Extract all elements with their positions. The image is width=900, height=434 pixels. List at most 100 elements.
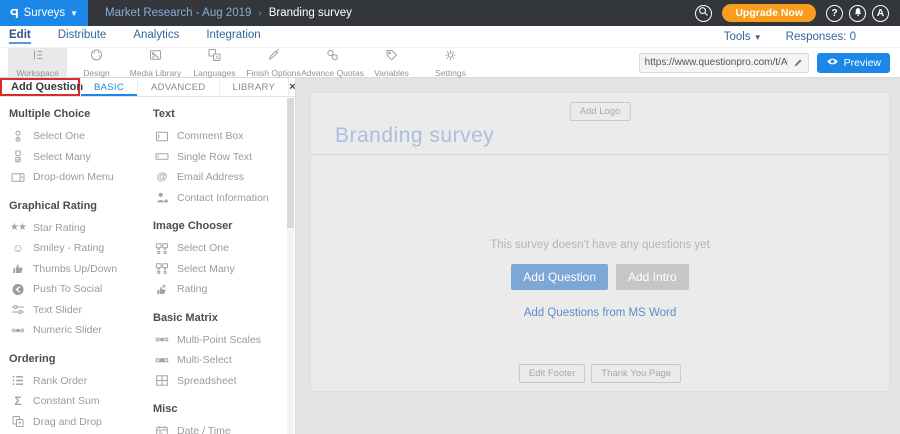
toolbar-item-advance-quotas[interactable]: Advance Quotas: [303, 48, 362, 77]
question-type-text-slider[interactable]: Text Slider: [8, 300, 144, 321]
media-library-icon: [148, 48, 163, 67]
edit-footer-button[interactable]: Edit Footer: [519, 364, 585, 383]
question-type-label: Select One: [177, 242, 229, 254]
tools-menu[interactable]: Tools ▼: [724, 31, 762, 43]
section-title-misc: Misc: [153, 403, 294, 415]
dropdown-icon: [10, 171, 26, 184]
toolbar-item-design[interactable]: Design: [67, 48, 126, 77]
nav-tab-analytics[interactable]: Analytics: [133, 29, 179, 44]
question-type-rating[interactable]: Rating: [152, 279, 294, 300]
question-type-rank-order[interactable]: Rank Order: [8, 371, 144, 392]
question-type-email-address[interactable]: @Email Address: [152, 167, 294, 188]
toolbar-item-label: Media Library: [130, 68, 182, 78]
breadcrumb: Market Research - Aug 2019 › Branding su…: [105, 7, 352, 19]
survey-url-box[interactable]: https://www.questionpro.com/t/APNrFZ: [639, 53, 809, 73]
toolbar-item-label: Advance Quotas: [301, 68, 364, 78]
add-intro-button[interactable]: Add Intro: [616, 264, 689, 290]
notifications-button[interactable]: [849, 5, 866, 22]
survey-url[interactable]: https://www.questionpro.com/t/APNrFZ: [640, 57, 787, 68]
toolbar-item-settings[interactable]: Settings: [421, 48, 480, 77]
question-type-column: TextComment BoxSingle Row Text@Email Add…: [152, 99, 294, 434]
panel-tab-basic[interactable]: BASIC: [80, 78, 137, 96]
question-type-thumbs-up-down[interactable]: Thumbs Up/Down: [8, 259, 144, 280]
nav-tab-distribute[interactable]: Distribute: [58, 29, 107, 44]
question-type-smiley-rating[interactable]: ☺Smiley - Rating: [8, 238, 144, 259]
question-type-single-row-text[interactable]: Single Row Text: [152, 147, 294, 168]
survey-canvas: Add Logo Branding survey This survey doe…: [296, 78, 900, 434]
toolbar-item-label: Finish Options: [246, 68, 300, 78]
close-panel-button[interactable]: ×: [288, 78, 295, 96]
nav-tab-edit[interactable]: Edit: [9, 29, 31, 44]
survey-nav-bar: Edit Distribute Analytics Integration Tools…: [0, 26, 900, 48]
footer-buttons: Edit Footer Thank You Page: [519, 364, 681, 383]
question-type-spreadsheet[interactable]: Spreadsheet: [152, 371, 294, 392]
sigma-icon: Σ: [10, 395, 26, 407]
panel-tabs: BASICADVANCEDLIBRARY: [80, 78, 288, 96]
question-type-comment-box[interactable]: Comment Box: [152, 126, 294, 147]
question-type-drop-down-menu[interactable]: Drop-down Menu: [8, 167, 144, 188]
toolbar-items: WorkspaceDesign Media Library A Languages Fi…: [8, 48, 480, 77]
question-type-contact-information[interactable]: Contact Information: [152, 188, 294, 209]
question-type-drag-and-drop[interactable]: Drag and Drop: [8, 412, 144, 433]
settings-icon: [443, 48, 458, 67]
toolbar-item-finish-options[interactable]: Finish Options: [244, 48, 303, 77]
question-type-list: Multiple ChoiceSelect OneSelect ManyDrop…: [0, 97, 295, 434]
workspace-icon: [30, 48, 45, 67]
question-type-label: Drag and Drop: [33, 416, 102, 428]
survey-card-body: This survey doesn't have any questions y…: [311, 155, 889, 391]
svg-text:A: A: [215, 55, 219, 61]
nav-right: Tools ▼ Responses: 0: [724, 31, 900, 43]
survey-card-header: Add Logo Branding survey: [311, 93, 889, 155]
question-type-label: Constant Sum: [33, 395, 100, 407]
question-type-multi-select[interactable]: Multi-Select: [152, 350, 294, 371]
surveys-app-menu[interactable]: P Surveys ▼: [0, 0, 88, 26]
toolbar-item-languages[interactable]: A Languages: [185, 48, 244, 77]
help-button[interactable]: ?: [826, 5, 843, 22]
add-question-panel-label[interactable]: Add Question: [0, 78, 80, 96]
topbar-actions: Upgrade Now ? A: [695, 4, 900, 22]
breadcrumb-separator-icon: ›: [258, 8, 261, 19]
add-logo-button[interactable]: Add Logo: [570, 102, 631, 121]
image-many-icon: [154, 262, 170, 275]
toolbar-item-label: Languages: [193, 68, 235, 78]
avatar[interactable]: A: [872, 5, 889, 22]
close-icon: ×: [289, 81, 295, 93]
toolbar-item-variables[interactable]: Variables: [362, 48, 421, 77]
question-type-select-one[interactable]: Select One: [152, 238, 294, 259]
question-type-select-many[interactable]: Select Many: [152, 259, 294, 280]
preview-button[interactable]: Preview: [817, 53, 890, 73]
advance-quotas-icon: [325, 48, 340, 67]
question-type-select-one[interactable]: Select One: [8, 126, 144, 147]
question-type-label: Email Address: [177, 171, 244, 183]
question-type-label: Select Many: [177, 263, 235, 275]
toolbar-item-media-library[interactable]: Media Library: [126, 48, 185, 77]
scrollbar-thumb[interactable]: [287, 98, 294, 228]
breadcrumb-parent-link[interactable]: Market Research - Aug 2019: [105, 7, 251, 19]
responses-count[interactable]: Responses: 0: [786, 31, 856, 43]
radio-icon: [10, 130, 26, 143]
question-type-push-to-social[interactable]: Push To Social: [8, 279, 144, 300]
upgrade-now-button[interactable]: Upgrade Now: [722, 4, 816, 22]
question-type-multi-point-scales[interactable]: Multi-Point Scales: [152, 330, 294, 351]
toolbar-item-workspace[interactable]: Workspace: [8, 48, 67, 77]
panel-tab-library[interactable]: LIBRARY: [219, 78, 289, 96]
question-type-star-rating[interactable]: ★★Star Rating: [8, 218, 144, 239]
smiley-icon: ☺: [10, 242, 26, 254]
panel-tab-advanced[interactable]: ADVANCED: [137, 78, 218, 96]
question-type-numeric-slider[interactable]: Numeric Slider: [8, 320, 144, 341]
survey-title[interactable]: Branding survey: [335, 124, 494, 148]
search-button[interactable]: [695, 5, 712, 22]
question-type-date-time[interactable]: Date / Time: [152, 421, 294, 434]
panel-scrollbar[interactable]: [287, 98, 294, 434]
thank-you-page-button[interactable]: Thank You Page: [591, 364, 681, 383]
question-type-select-many[interactable]: Select Many: [8, 147, 144, 168]
question-type-label: Multi-Point Scales: [177, 334, 261, 346]
question-type-constant-sum[interactable]: Σ Constant Sum: [8, 391, 144, 412]
edit-url-icon[interactable]: [787, 58, 808, 68]
question-type-section: Multiple ChoiceSelect OneSelect ManyDrop…: [8, 108, 144, 188]
add-questions-ms-word-link[interactable]: Add Questions from MS Word: [524, 307, 677, 319]
content: Add Question BASICADVANCEDLIBRARY × Mult…: [0, 78, 900, 434]
question-type-label: Drop-down Menu: [33, 171, 114, 183]
add-question-button[interactable]: Add Question: [511, 264, 608, 290]
nav-tab-integration[interactable]: Integration: [206, 29, 260, 44]
